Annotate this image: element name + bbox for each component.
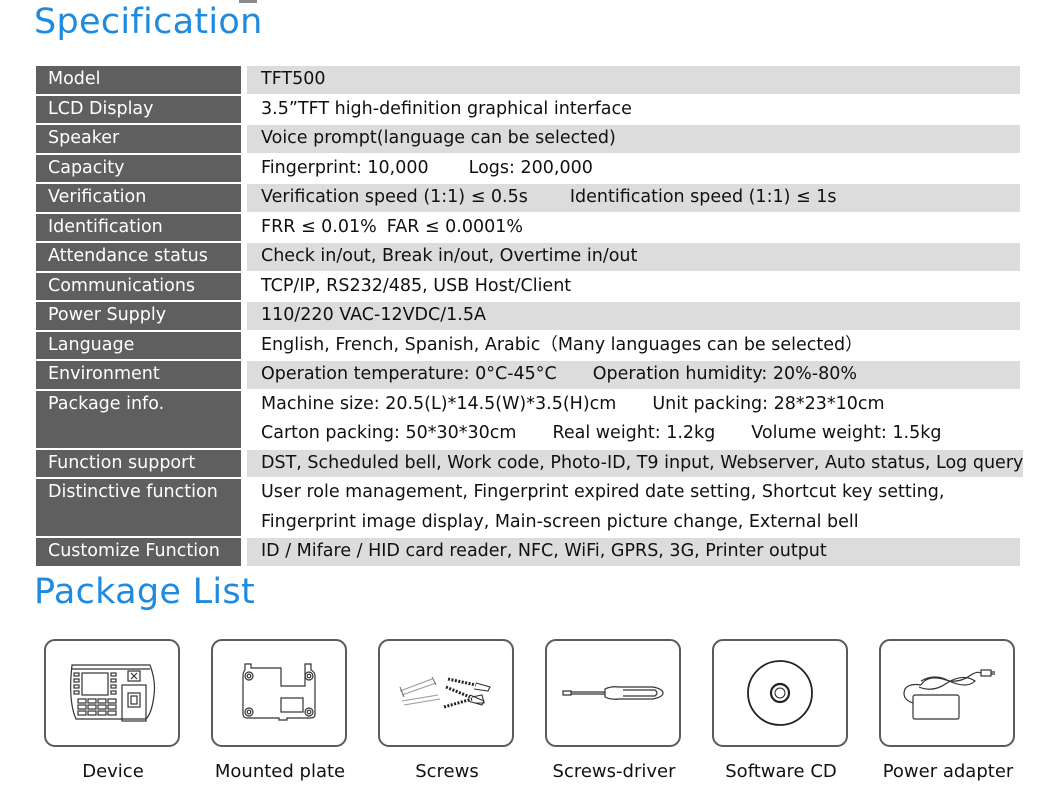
screwdriver-icon	[562, 686, 664, 700]
mounting-plate-icon	[242, 663, 316, 721]
package-list-title: Package List	[34, 572, 255, 612]
spec-value-text: 110/220 VAC-12VDC/1.5A	[261, 305, 486, 325]
spec-label: Capacity	[36, 154, 241, 182]
spec-row-capacity: Capacity Fingerprint: 10,000 Logs: 200,00…	[36, 154, 1020, 183]
spec-value-text: Carton packing: 50*30*30cm	[261, 423, 517, 443]
spec-row-environment: Environment Operation temperature: 0°C-4…	[36, 361, 1020, 389]
package-item-label: Power adapter	[882, 761, 1014, 782]
package-item-screwdriver: Screws-driver	[545, 639, 683, 782]
spec-value: Check in/out, Break in/out, Overtime in/…	[247, 243, 1020, 271]
package-item-screws: Screws	[378, 639, 516, 782]
spec-value: FRR ≤ 0.01% FAR ≤ 0.0001%	[247, 214, 1020, 242]
spec-value-text: Identification speed (1:1) ≤ 1s	[569, 187, 837, 207]
spec-value-text: FAR ≤ 0.0001%	[386, 216, 524, 237]
package-item-frame	[378, 639, 514, 747]
package-item-label: Screws-driver	[552, 761, 676, 782]
package-item-label: Mounted plate	[214, 761, 346, 782]
package-item-software-cd: Software CD	[712, 639, 850, 782]
spec-value: Operation temperature: 0°C-45°C Operation…	[247, 361, 1020, 389]
spec-value: Voice prompt(language can be selected)	[247, 125, 1020, 153]
spec-row-communications: Communications TCP/IP, RS232/485, USB Ho…	[36, 272, 1020, 301]
package-item-frame	[879, 639, 1015, 747]
spec-value-text: User role management, Fingerprint expire…	[261, 482, 945, 502]
spec-row-function-support: Function support DST, Scheduled bell, Wo…	[36, 449, 1024, 477]
screws-icon	[399, 676, 491, 709]
spec-value-text: ID / Mifare / HID card reader, NFC, WiFi…	[261, 541, 827, 561]
spec-label: Language	[36, 331, 241, 359]
spec-value-text: Check in/out, Break in/out, Overtime in/…	[261, 246, 638, 266]
spec-value-text: TCP/IP, RS232/485, USB Host/Client	[261, 275, 572, 296]
spec-value: Fingerprint: 10,000 Logs: 200,000	[247, 155, 1020, 183]
spec-value-text: Real weight: 1.2kg	[552, 423, 716, 443]
spec-row-identification: Identification FRR ≤ 0.01% FAR ≤ 0.0001%	[36, 213, 1020, 242]
spec-value-text: Verification speed (1:1) ≤ 0.5s	[261, 187, 528, 207]
spec-row-package-info: Package info. Machine size: 20.5(L)*14.5…	[36, 390, 1020, 448]
spec-row-power-supply: Power Supply 110/220 VAC-12VDC/1.5A	[36, 302, 1020, 330]
spec-value: 3.5”TFT high-definition graphical interf…	[247, 96, 1020, 124]
spec-row-language: Language English, French, Spanish, Arabi…	[36, 331, 1020, 360]
spec-value: Machine size: 20.5(L)*14.5(W)*3.5(H)cm Un…	[247, 391, 1020, 448]
spec-value: Verification speed (1:1) ≤ 0.5s Identific…	[247, 184, 1020, 212]
package-item-label: Screws	[415, 761, 479, 782]
spec-value-text: Voice prompt(language can be selected)	[261, 128, 616, 148]
spec-label: Power Supply	[36, 302, 241, 330]
spec-value-text: Volume weight: 1.5kg	[751, 423, 942, 443]
spec-label: Identification	[36, 213, 241, 241]
spec-value-text: FRR ≤ 0.01%	[261, 216, 377, 237]
spec-label: Communications	[36, 272, 241, 300]
spec-value: DST, Scheduled bell, Work code, Photo-ID…	[247, 449, 1024, 477]
spec-label: Speaker	[36, 125, 241, 153]
spec-value-text: Machine size: 20.5(L)*14.5(W)*3.5(H)cm	[261, 393, 617, 414]
package-item-label: Software CD	[725, 761, 837, 782]
package-list-grid: Device Mounted plate Screws Screws-drive…	[44, 639, 1024, 789]
spec-value-text: Fingerprint image display, Main-screen p…	[261, 511, 859, 532]
spec-row-customize-function: Customize Function ID / Mifare / HID car…	[36, 538, 1020, 566]
spec-table: Model TFT500 LCD Display 3.5”TFT high-de…	[36, 66, 1024, 568]
spec-label: LCD Display	[36, 95, 241, 123]
package-item-frame	[211, 639, 347, 747]
spec-value-text: Fingerprint: 10,000	[261, 157, 429, 178]
spec-row-lcd-display: LCD Display 3.5”TFT high-definition grap…	[36, 95, 1020, 124]
package-item-mounted-plate: Mounted plate	[211, 639, 349, 782]
spec-value: TFT500	[247, 66, 1020, 94]
spec-label: Attendance status	[36, 243, 241, 271]
spec-label: Verification	[36, 184, 241, 212]
spec-value: English, French, Spanish, Arabic（Many la…	[247, 332, 1020, 360]
specification-title: Specification	[34, 2, 263, 42]
spec-value-text: English, French, Spanish, Arabic（Many la…	[261, 334, 863, 355]
spec-value-text: Operation humidity: 20%-80%	[592, 364, 857, 384]
spec-label: Environment	[36, 361, 241, 389]
spec-value: 110/220 VAC-12VDC/1.5A	[247, 302, 1020, 330]
spec-label: Package info.	[36, 390, 241, 448]
spec-value-text: TFT500	[261, 69, 326, 89]
fingerprint-terminal-icon	[70, 664, 156, 722]
package-item-device: Device	[44, 639, 182, 782]
spec-label: Model	[36, 66, 241, 94]
cd-icon	[747, 660, 813, 726]
spec-value-text: 3.5”TFT high-definition graphical interf…	[261, 98, 632, 119]
spec-value: TCP/IP, RS232/485, USB Host/Client	[247, 273, 1020, 301]
package-item-frame	[712, 639, 848, 747]
spec-value-text: Logs: 200,000	[468, 157, 593, 178]
power-adapter-icon	[903, 669, 995, 720]
spec-label: Distinctive function	[36, 479, 241, 536]
spec-value-text: Unit packing: 28*23*10cm	[652, 393, 885, 414]
spec-label: Function support	[36, 449, 241, 477]
spec-value-text: DST, Scheduled bell, Work code, Photo-ID…	[261, 452, 1024, 473]
spec-row-speaker: Speaker Voice prompt(language can be sel…	[36, 125, 1020, 153]
package-item-frame	[44, 639, 180, 747]
package-item-frame	[545, 639, 681, 747]
spec-row-distinctive-function: Distinctive function User role managemen…	[36, 479, 1020, 536]
spec-label: Customize Function	[36, 538, 241, 566]
spec-value: ID / Mifare / HID card reader, NFC, WiFi…	[247, 538, 1020, 566]
spec-row-model: Model TFT500	[36, 66, 1020, 94]
spec-value-text: Operation temperature: 0°C-45°C	[261, 364, 557, 384]
package-item-power-adapter: Power adapter	[879, 639, 1017, 782]
package-item-label: Device	[82, 761, 144, 782]
spec-value: User role management, Fingerprint expire…	[247, 479, 1020, 536]
spec-row-attendance-status: Attendance status Check in/out, Break in…	[36, 243, 1020, 271]
spec-row-verification: Verification Verification speed (1:1) ≤ …	[36, 184, 1020, 212]
